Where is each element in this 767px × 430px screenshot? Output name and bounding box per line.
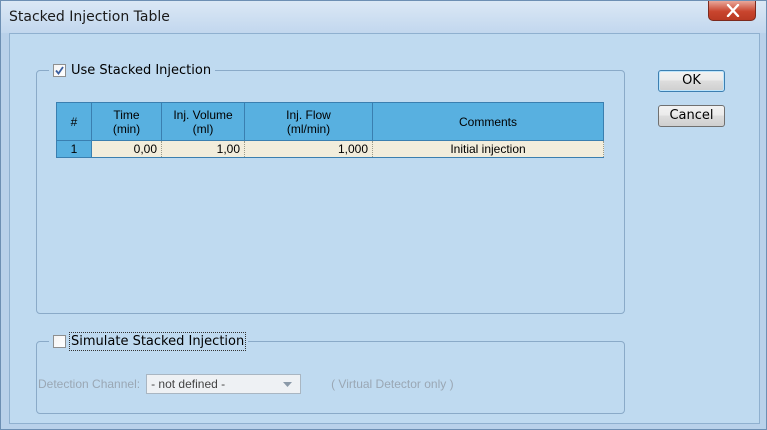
col-header-flow[interactable]: Inj. Flow (ml/min): [244, 102, 373, 141]
col-header-volume-line1: Inj. Volume: [173, 107, 233, 122]
use-stacked-injection-checkbox[interactable]: [53, 63, 66, 77]
col-header-volume[interactable]: Inj. Volume (ml): [161, 102, 245, 141]
col-header-volume-line2: (ml): [192, 121, 214, 136]
simulate-injection-legend: Simulate Stacked Injection: [49, 331, 249, 351]
checkmark-icon: [55, 65, 64, 75]
col-header-flow-line1: Inj. Flow: [286, 107, 331, 122]
col-header-time-line2: (min): [112, 121, 141, 136]
injection-table: # Time (min) Inj. Volume (ml) Inj. Flow …: [56, 102, 604, 158]
stacked-injection-legend: Use Stacked Injection: [49, 61, 216, 79]
cancel-button[interactable]: Cancel: [658, 105, 725, 127]
virtual-detector-note: ( Virtual Detector only ): [331, 377, 454, 391]
chevron-down-icon: [283, 382, 293, 387]
simulate-stacked-injection-label[interactable]: Simulate Stacked Injection: [68, 331, 247, 351]
close-x-icon: [726, 4, 740, 17]
col-header-time[interactable]: Time (min): [91, 102, 162, 141]
table-row[interactable]: 1 0,00 1,00 1,000 Initial injection: [56, 140, 604, 158]
flow-cell[interactable]: 1,000: [244, 140, 373, 158]
detection-channel-row: Detection Channel: - not defined - ( Vir…: [38, 374, 454, 394]
volume-cell[interactable]: 1,00: [161, 140, 245, 158]
detection-channel-value: - not defined -: [151, 377, 226, 391]
ok-button[interactable]: OK: [658, 70, 725, 92]
col-header-flow-line2: (ml/min): [286, 121, 331, 136]
detection-channel-select[interactable]: - not defined -: [146, 374, 302, 394]
window-title: Stacked Injection Table: [9, 9, 170, 25]
row-index-cell[interactable]: 1: [56, 140, 92, 158]
time-cell[interactable]: 0,00: [91, 140, 162, 158]
use-stacked-injection-label[interactable]: Use Stacked Injection: [71, 63, 211, 78]
title-bar[interactable]: Stacked Injection Table: [1, 1, 766, 33]
col-header-time-line1: Time: [113, 107, 140, 122]
col-header-comments[interactable]: Comments: [372, 102, 604, 141]
simulate-stacked-injection-checkbox[interactable]: [53, 334, 66, 348]
dialog-client: Use Stacked Injection # Time (min) Inj. …: [9, 33, 760, 424]
stacked-injection-group: Use Stacked Injection # Time (min) Inj. …: [36, 61, 625, 314]
dialog-window: Stacked Injection Table Use Stacked Inje…: [0, 0, 767, 430]
col-header-index[interactable]: #: [56, 102, 92, 141]
close-button[interactable]: [708, 1, 756, 21]
detection-channel-label: Detection Channel:: [38, 377, 141, 391]
comment-cell[interactable]: Initial injection: [372, 140, 604, 158]
